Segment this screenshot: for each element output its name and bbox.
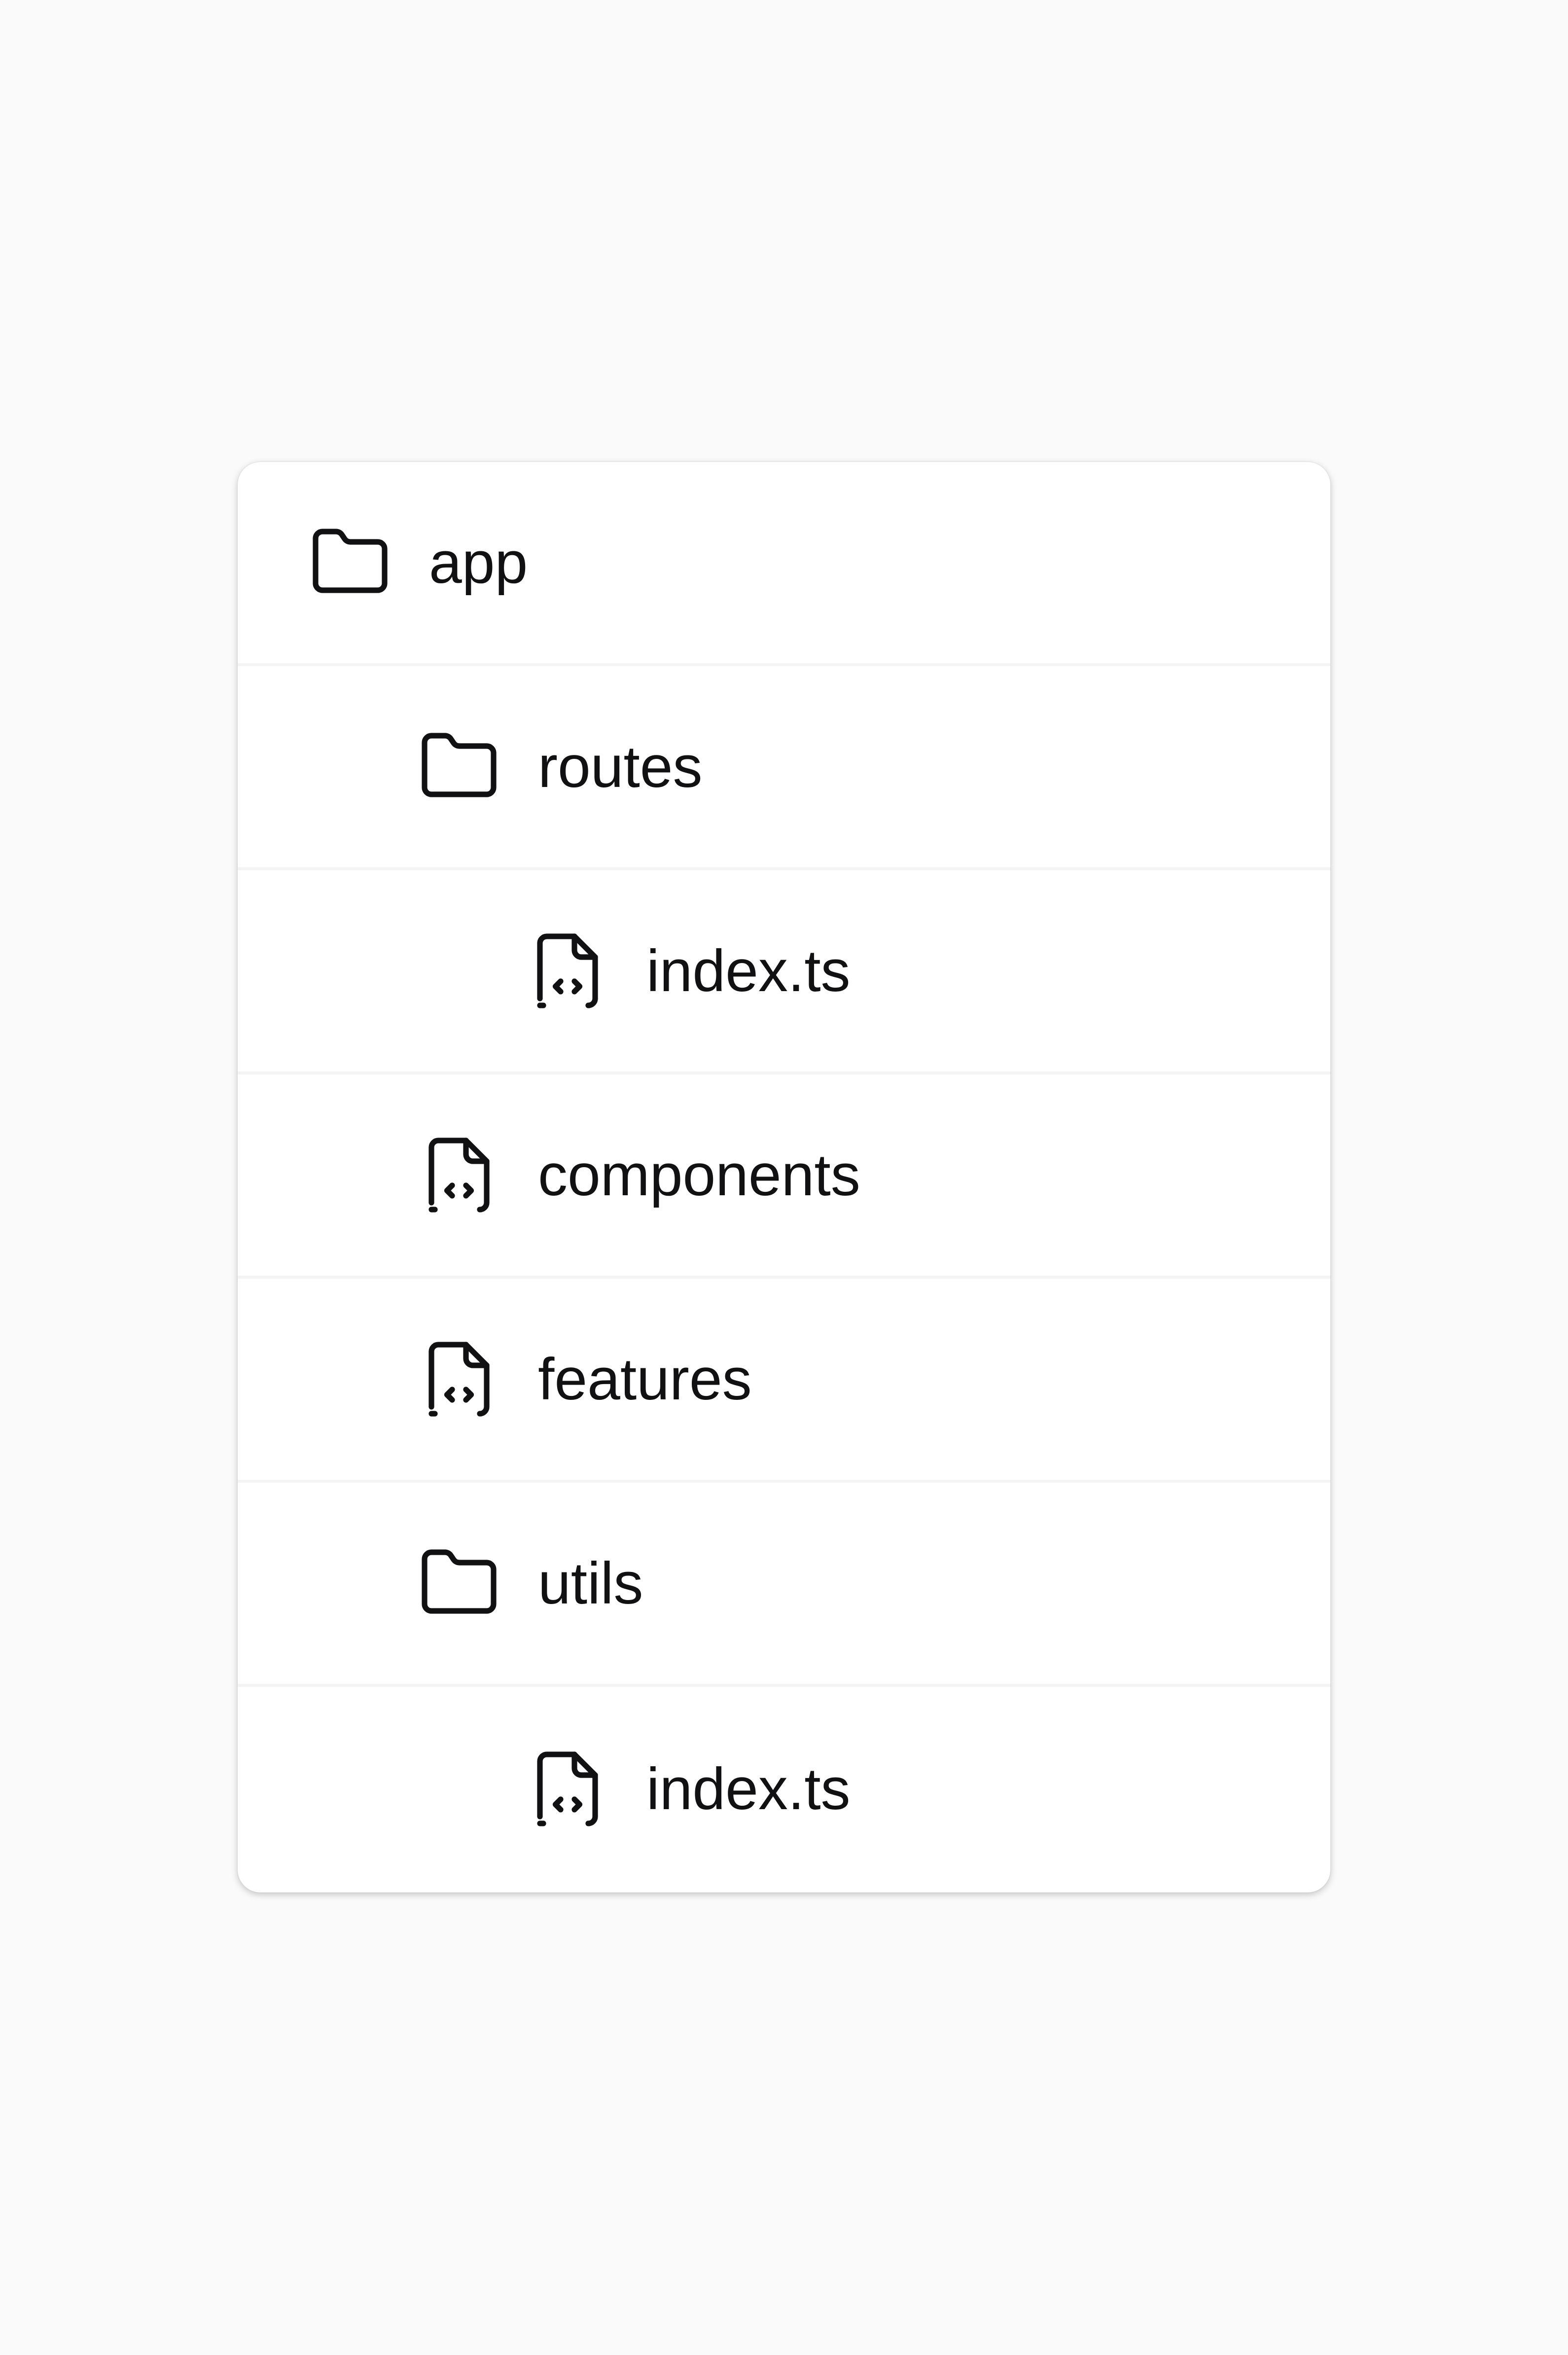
file-code-icon	[418, 1338, 500, 1421]
tree-item-label: app	[429, 530, 528, 596]
file-code-icon	[418, 1134, 500, 1216]
folder-icon	[418, 725, 500, 808]
tree-item-features[interactable]: features	[238, 1279, 1330, 1483]
file-code-icon	[526, 1748, 609, 1830]
tree-item-label: routes	[538, 734, 703, 800]
tree-item-components[interactable]: components	[238, 1074, 1330, 1279]
file-code-icon	[526, 929, 609, 1012]
tree-item-routes-index[interactable]: index.ts	[238, 870, 1330, 1074]
tree-item-label: components	[538, 1142, 860, 1208]
tree-item-app[interactable]: app	[238, 462, 1330, 666]
folder-icon	[418, 1542, 500, 1625]
file-tree: app routes index.ts components features …	[238, 462, 1330, 1892]
tree-item-label: features	[538, 1346, 752, 1412]
tree-item-utils[interactable]: utils	[238, 1483, 1330, 1687]
tree-item-label: index.ts	[646, 938, 851, 1004]
tree-item-routes[interactable]: routes	[238, 666, 1330, 870]
tree-item-utils-index[interactable]: index.ts	[238, 1687, 1330, 1891]
folder-icon	[309, 521, 392, 604]
tree-item-label: index.ts	[646, 1756, 851, 1822]
tree-item-label: utils	[538, 1550, 643, 1616]
